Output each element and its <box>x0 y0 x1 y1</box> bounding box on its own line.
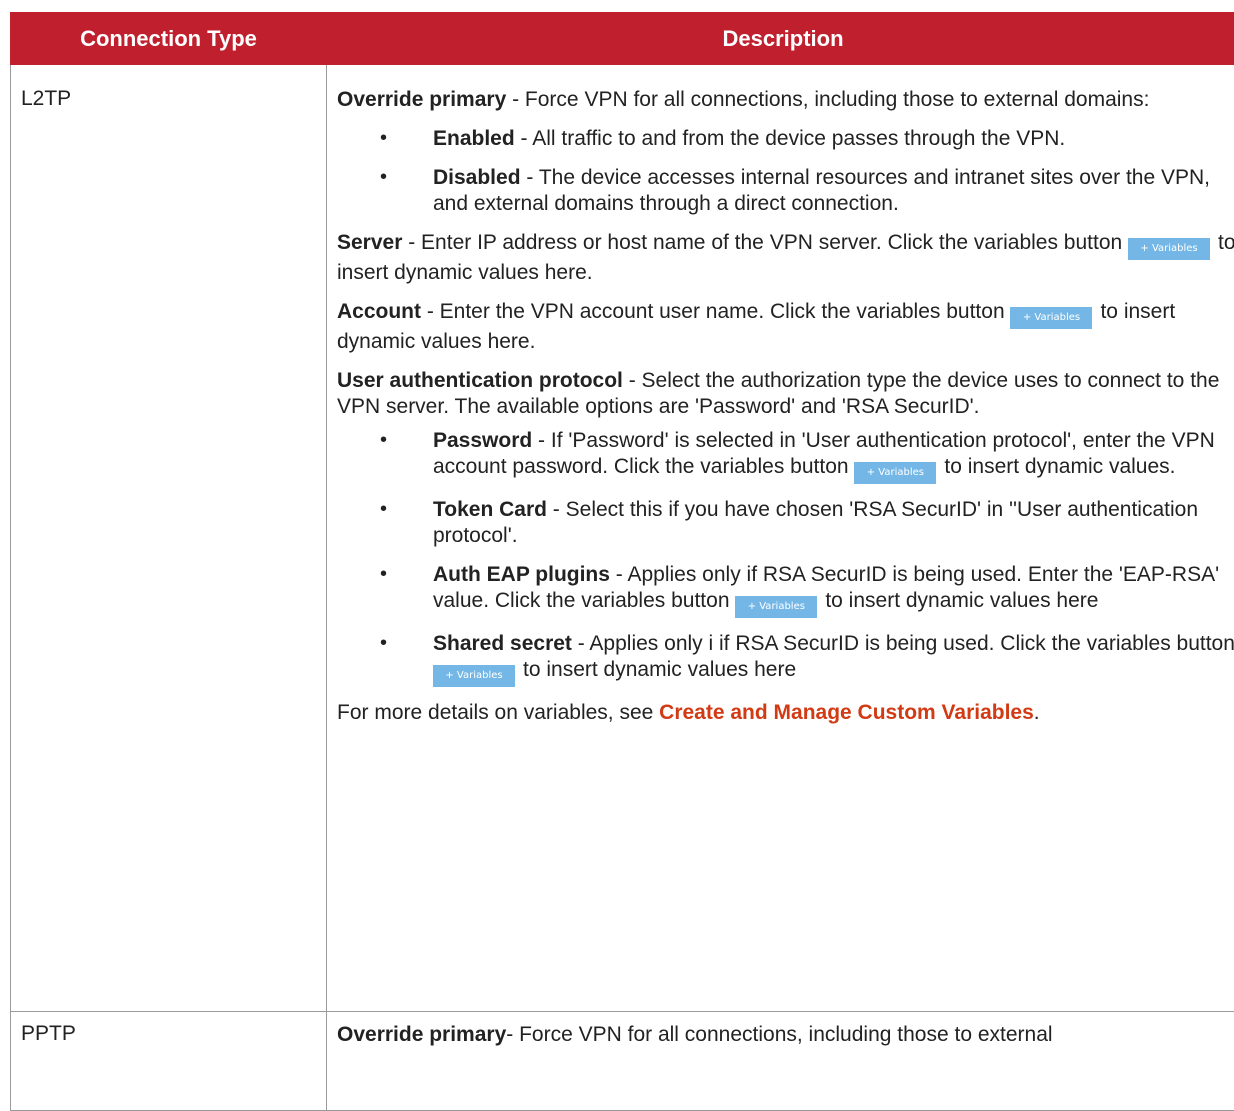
account-paragraph: Account - Enter the VPN account user nam… <box>337 299 1234 355</box>
variables-button[interactable]: + Variables <box>433 665 515 687</box>
table-row-pptp: PPTP Override primary- Force VPN for all… <box>11 1012 1234 1111</box>
list-item-auth-eap: • Auth EAP plugins - Applies only if RSA… <box>337 562 1234 618</box>
server-text: - Enter IP address or host name of the V… <box>402 231 1128 254</box>
list-item-disabled: • Disabled - The device accesses interna… <box>337 165 1234 217</box>
bullet-icon: • <box>380 428 387 453</box>
list-item-enabled: • Enabled - All traffic to and from the … <box>337 126 1234 152</box>
enabled-label: Enabled <box>433 127 515 150</box>
more-details-paragraph: For more details on variables, see Creat… <box>337 700 1234 726</box>
bullet-icon: • <box>380 497 387 522</box>
connection-types-table: Connection Type Description L2TP Overrid… <box>10 12 1234 1111</box>
pptp-override-label: Override primary <box>337 1023 506 1046</box>
custom-variables-link[interactable]: Create and Manage Custom Variables <box>659 701 1034 724</box>
table-header-row: Connection Type Description <box>11 13 1234 65</box>
override-primary-paragraph: Override primary - Force VPN for all con… <box>337 87 1234 113</box>
disabled-text: - The device accesses internal resources… <box>433 166 1210 215</box>
header-description: Description <box>327 13 1234 65</box>
token-card-text: - Select this if you have chosen 'RSA Se… <box>433 498 1198 547</box>
more-details-text: For more details on variables, see <box>337 701 659 724</box>
description-pptp: Override primary- Force VPN for all conn… <box>327 1012 1234 1111</box>
list-item-token-card: • Token Card - Select this if you have c… <box>337 497 1234 549</box>
server-paragraph: Server - Enter IP address or host name o… <box>337 230 1234 286</box>
account-text: - Enter the VPN account user name. Click… <box>421 300 1010 323</box>
server-label: Server <box>337 231 402 254</box>
override-options-list: • Enabled - All traffic to and from the … <box>337 126 1234 217</box>
password-text-after: to insert dynamic values. <box>944 455 1175 478</box>
description-l2tp: Override primary - Force VPN for all con… <box>327 65 1234 1012</box>
variables-button[interactable]: + Variables <box>854 462 936 484</box>
connection-type-l2tp: L2TP <box>11 65 327 1012</box>
override-primary-label: Override primary <box>337 88 506 111</box>
pptp-override-paragraph: Override primary- Force VPN for all conn… <box>337 1022 1234 1048</box>
token-card-label: Token Card <box>433 498 547 521</box>
variables-button[interactable]: + Variables <box>1010 307 1092 329</box>
table-row-l2tp: L2TP Override primary - Force VPN for al… <box>11 65 1234 1012</box>
bullet-icon: • <box>380 126 387 151</box>
override-primary-text: - Force VPN for all connections, includi… <box>506 88 1149 111</box>
bullet-icon: • <box>380 562 387 587</box>
account-label: Account <box>337 300 421 323</box>
shared-secret-label: Shared secret <box>433 632 572 655</box>
shared-secret-text: - Applies only i if RSA SecurID is being… <box>572 632 1234 655</box>
disabled-label: Disabled <box>433 166 521 189</box>
connection-type-pptp: PPTP <box>11 1012 327 1111</box>
variables-button[interactable]: + Variables <box>735 596 817 618</box>
shared-secret-text-after: to insert dynamic values here <box>523 658 796 681</box>
list-item-password: • Password - If 'Password' is selected i… <box>337 428 1234 484</box>
auth-eap-label: Auth EAP plugins <box>433 563 610 586</box>
enabled-text: - All traffic to and from the device pas… <box>515 127 1066 150</box>
bullet-icon: • <box>380 165 387 190</box>
bullet-icon: • <box>380 631 387 656</box>
header-connection-type: Connection Type <box>11 13 327 65</box>
auth-options-list: • Password - If 'Password' is selected i… <box>337 428 1234 687</box>
auth-protocol-paragraph: User authentication protocol - Select th… <box>337 368 1234 420</box>
more-details-end: . <box>1034 701 1040 724</box>
password-label: Password <box>433 429 532 452</box>
auth-protocol-label: User authentication protocol <box>337 369 623 392</box>
variables-button[interactable]: + Variables <box>1128 238 1210 260</box>
auth-eap-text-after: to insert dynamic values here <box>825 589 1098 612</box>
pptp-override-text: - Force VPN for all connections, includi… <box>506 1023 1052 1046</box>
list-item-shared-secret: • Shared secret - Applies only i if RSA … <box>337 631 1234 687</box>
